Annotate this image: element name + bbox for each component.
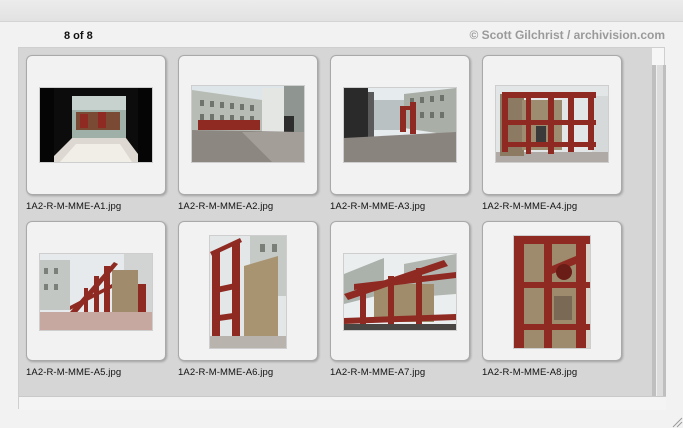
thumbnail-filename: 1A2-R-M-MME-A6.jpg: [178, 367, 274, 378]
thumbnail-filename: 1A2-R-M-MME-A8.jpg: [482, 367, 578, 378]
scrollbar-thumb[interactable]: [656, 65, 663, 396]
thumbnail-grid: 1A2-R-M-MME-A1.jpg 1A2-R-M-MME-A2.jpg 1A…: [19, 48, 652, 396]
thumbnail-filename: 1A2-R-M-MME-A4.jpg: [482, 201, 578, 212]
slide-frame[interactable]: [482, 221, 622, 361]
thumbnail-image[interactable]: [514, 236, 590, 348]
thumbnail-cell[interactable]: 1A2-R-M-MME-A3.jpg: [330, 55, 470, 215]
thumbnail-cell[interactable]: 1A2-R-M-MME-A8.jpg: [482, 221, 622, 381]
thumbnail-cell[interactable]: 1A2-R-M-MME-A7.jpg: [330, 221, 470, 381]
thumbnail-filename: 1A2-R-M-MME-A5.jpg: [26, 367, 122, 378]
slide-frame[interactable]: [178, 55, 318, 195]
thumbnail-image[interactable]: [344, 88, 456, 162]
top-toolbar: [0, 0, 683, 22]
thumbnail-filename: 1A2-R-M-MME-A2.jpg: [178, 201, 274, 212]
thumbnail-image[interactable]: [40, 88, 152, 162]
slide-frame[interactable]: [330, 55, 470, 195]
thumbnail-image[interactable]: [344, 254, 456, 330]
slide-frame[interactable]: [26, 55, 166, 195]
thumbnail-image[interactable]: [496, 86, 608, 162]
thumbnail-filename: 1A2-R-M-MME-A7.jpg: [330, 367, 426, 378]
resize-grip-icon[interactable]: [669, 414, 683, 428]
thumbnail-cell[interactable]: 1A2-R-M-MME-A2.jpg: [178, 55, 318, 215]
thumbnail-image[interactable]: [192, 86, 304, 162]
slide-frame[interactable]: [482, 55, 622, 195]
image-counter: 8 of 8: [64, 30, 93, 42]
thumbnail-filename: 1A2-R-M-MME-A1.jpg: [26, 201, 122, 212]
thumbnail-filename: 1A2-R-M-MME-A3.jpg: [330, 201, 426, 212]
slide-frame[interactable]: [330, 221, 470, 361]
copyright-notice: © Scott Gilchrist / archivision.com: [469, 28, 665, 42]
panel-footer: [19, 396, 666, 410]
thumbnail-image[interactable]: [210, 236, 286, 348]
thumbnail-image[interactable]: [40, 254, 152, 330]
slide-frame[interactable]: [26, 221, 166, 361]
thumbnail-cell[interactable]: 1A2-R-M-MME-A6.jpg: [178, 221, 318, 381]
thumbnail-cell[interactable]: 1A2-R-M-MME-A5.jpg: [26, 221, 166, 381]
viewer-header: 8 of 8 © Scott Gilchrist / archivision.c…: [0, 22, 683, 48]
slide-frame[interactable]: [178, 221, 318, 361]
vertical-scrollbar[interactable]: [652, 65, 666, 396]
thumbnail-cell[interactable]: 1A2-R-M-MME-A1.jpg: [26, 55, 166, 215]
thumbnail-panel: 1A2-R-M-MME-A1.jpg 1A2-R-M-MME-A2.jpg 1A…: [18, 47, 666, 410]
thumbnail-cell[interactable]: 1A2-R-M-MME-A4.jpg: [482, 55, 622, 215]
